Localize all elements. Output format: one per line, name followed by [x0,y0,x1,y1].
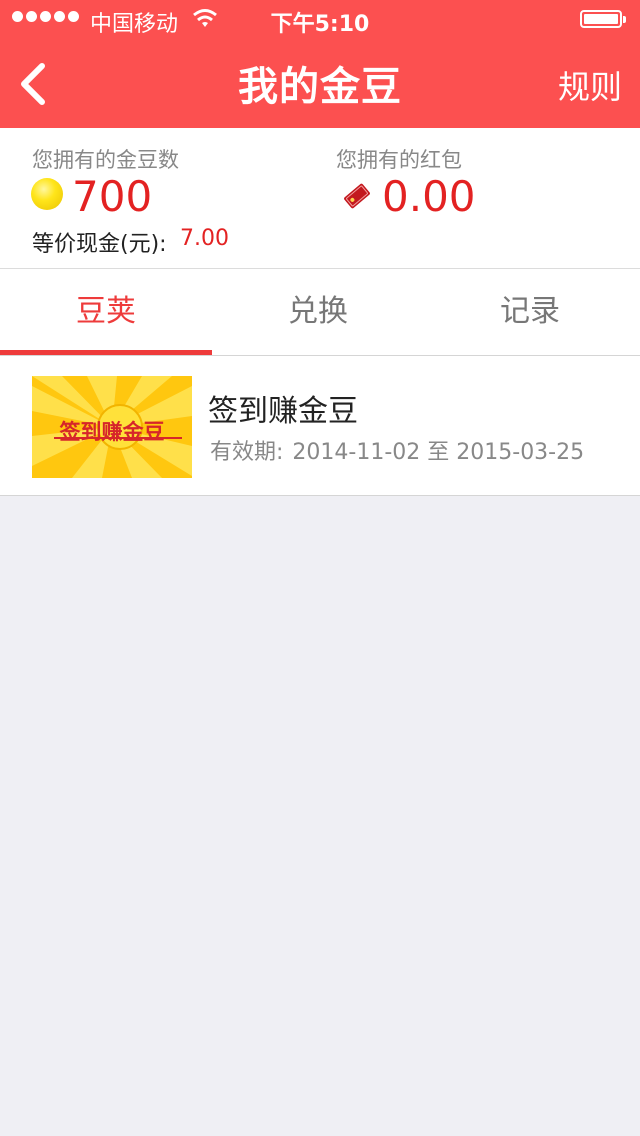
header-bar: 中国移动 下午5:10 我的金豆 规则 [0,0,640,128]
red-packet-amount: 0.00 [382,172,476,221]
tab-bar: 豆荚 兑换 记录 [0,269,640,356]
gold-bean-icon [31,178,63,210]
cash-equivalent-value: 7.00 [180,226,229,251]
cash-equivalent-label: 等价现金(元): [32,232,167,257]
status-bar: 中国移动 下午5:10 [0,0,640,40]
list-item[interactable]: 签到赚金豆 签到赚金豆 有效期: 2014-11-02 至 2015-03-25 [0,356,640,496]
item-title: 签到赚金豆 [208,394,358,429]
checkin-promo-text: 签到赚金豆 [59,420,165,444]
gold-bean-count: 700 [72,172,153,221]
tab-exchange[interactable]: 兑换 [212,269,424,355]
rules-button[interactable]: 规则 [558,62,622,108]
battery-icon [580,10,626,28]
validity-label: 有效期: [210,440,284,465]
red-packet-label: 您拥有的红包 [336,148,462,172]
red-packet-icon [344,183,370,209]
checkin-promo-image: 签到赚金豆 [32,376,192,478]
balance-summary: 您拥有的金豆数 700 等价现金(元): 7.00 您拥有的红包 0.00 [0,128,640,269]
validity-range: 2014-11-02 至 2015-03-25 [292,440,585,465]
gold-bean-label: 您拥有的金豆数 [32,148,179,172]
item-validity: 有效期: 2014-11-02 至 2015-03-25 [208,434,584,466]
page-title: 我的金豆 [238,64,402,110]
tab-doujia[interactable]: 豆荚 [0,269,212,355]
tab-records[interactable]: 记录 [424,269,636,355]
status-time: 下午5:10 [270,12,370,37]
